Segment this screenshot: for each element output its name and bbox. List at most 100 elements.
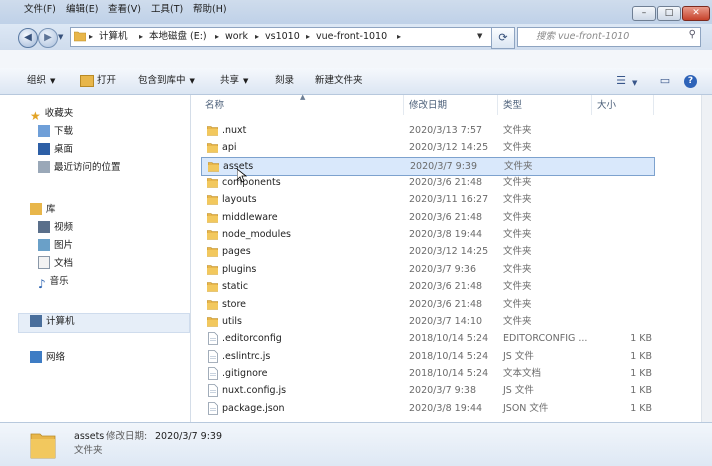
- file-row[interactable]: assets 2020/3/7 9:39 文件夹: [201, 156, 655, 176]
- details-type: 文件夹: [74, 445, 103, 456]
- nav-item-label: 图片: [54, 240, 74, 251]
- close-button[interactable]: ✕: [682, 6, 710, 21]
- column-divider[interactable]: [591, 95, 592, 115]
- file-row[interactable]: package.json 2020/3/8 19:44 JSON 文件 1 KB: [201, 400, 653, 417]
- nav-computer[interactable]: 计算机: [30, 313, 75, 331]
- nav-item-pictures[interactable]: 图片: [38, 237, 73, 255]
- nav-favorites-label: 收藏夹: [44, 108, 74, 119]
- maximize-button[interactable]: □: [657, 6, 681, 21]
- menu-file[interactable]: 文件(F): [24, 3, 56, 17]
- title-bar: [0, 0, 712, 24]
- file-type: 文件夹: [503, 194, 532, 206]
- breadcrumb-separator-icon[interactable]: ▸: [89, 30, 93, 44]
- file-name: .nuxt: [222, 125, 247, 136]
- file-modified: 2020/3/7 14:10: [409, 315, 483, 327]
- breadcrumb-computer[interactable]: 计算机: [99, 30, 128, 44]
- file-row[interactable]: store 2020/3/6 21:48 文件夹: [201, 296, 653, 313]
- menu-help[interactable]: 帮助(H): [193, 3, 227, 17]
- file-row[interactable]: node_modules 2020/3/8 19:44 文件夹: [201, 226, 653, 243]
- breadcrumb-vue-front-1010[interactable]: vue-front-1010: [316, 30, 387, 44]
- breadcrumb-separator-icon[interactable]: ▸: [397, 30, 401, 44]
- view-options-icon[interactable]: ☰: [612, 73, 630, 89]
- open-label: 打开: [97, 75, 117, 86]
- file-row[interactable]: pages 2020/3/12 14:25 文件夹: [201, 243, 653, 260]
- help-icon[interactable]: ?: [684, 75, 697, 88]
- folder-icon: [207, 299, 218, 310]
- view-dropdown-icon[interactable]: ▼: [632, 79, 637, 87]
- file-modified: 2020/3/7 9:39: [410, 160, 478, 172]
- file-icon: [208, 384, 218, 398]
- column-divider[interactable]: [403, 95, 404, 115]
- forward-button[interactable]: ▶: [38, 28, 58, 48]
- file-row[interactable]: .eslintrc.js 2018/10/14 5:24 JS 文件 1 KB: [201, 348, 653, 365]
- file-row[interactable]: middleware 2020/3/6 21:48 文件夹: [201, 209, 653, 226]
- file-row[interactable]: .gitignore 2018/10/14 5:24 文本文档 1 KB: [201, 365, 653, 382]
- burn-button[interactable]: 刻录: [275, 73, 294, 89]
- column-header-modified[interactable]: 修改日期: [409, 98, 447, 114]
- preview-pane-icon[interactable]: ▭: [656, 73, 674, 89]
- breadcrumb-separator-icon[interactable]: ▸: [139, 30, 143, 44]
- file-row[interactable]: .nuxt 2020/3/13 7:57 文件夹: [201, 122, 653, 139]
- file-row[interactable]: plugins 2020/3/7 9:36 文件夹: [201, 261, 653, 278]
- address-dropdown-icon[interactable]: ▼: [477, 32, 482, 40]
- file-row[interactable]: api 2020/3/12 14:25 文件夹: [201, 139, 653, 156]
- nav-item-music[interactable]: ♪ 音乐: [38, 273, 69, 291]
- nav-favorites[interactable]: ★ 收藏夹: [30, 105, 73, 123]
- share-button[interactable]: 共享 ▼: [220, 73, 248, 89]
- file-name: .editorconfig: [222, 333, 282, 345]
- nav-item-documents[interactable]: 文档: [38, 255, 73, 273]
- breadcrumb-drive-e[interactable]: 本地磁盘 (E:): [149, 30, 207, 44]
- menu-tools[interactable]: 工具(T): [151, 3, 183, 17]
- file-row[interactable]: utils 2020/3/7 14:10 文件夹: [201, 313, 653, 330]
- file-size: 1 KB: [630, 402, 652, 414]
- back-button[interactable]: ◀: [18, 28, 38, 48]
- column-divider[interactable]: [653, 95, 654, 115]
- column-header-type[interactable]: 类型: [503, 98, 522, 114]
- column-header-name[interactable]: 名称: [205, 98, 224, 114]
- file-size: [592, 261, 652, 278]
- share-label: 共享: [220, 75, 240, 86]
- nav-item-videos[interactable]: 视频: [38, 219, 73, 237]
- minimize-button[interactable]: –: [632, 6, 656, 21]
- file-row[interactable]: components 2020/3/6 21:48 文件夹: [201, 174, 653, 191]
- folder-icon: [207, 125, 218, 136]
- file-row[interactable]: static 2020/3/6 21:48 文件夹: [201, 278, 653, 295]
- search-input[interactable]: 搜索 vue-front-1010 ⚲: [517, 27, 701, 47]
- open-button[interactable]: 打开: [80, 73, 116, 89]
- breadcrumb-separator-icon[interactable]: ▸: [215, 30, 219, 44]
- nav-item-desktop[interactable]: 桌面: [38, 141, 73, 159]
- menu-view[interactable]: 查看(V): [108, 3, 141, 17]
- file-row[interactable]: .editorconfig 2018/10/14 5:24 EDITORCONFIG…: [201, 330, 653, 347]
- refresh-button[interactable]: ⟳: [491, 27, 515, 49]
- file-type: 文本文档: [503, 367, 542, 379]
- nav-libraries[interactable]: 库: [30, 201, 56, 219]
- nav-item-recent-places[interactable]: 最近访问的位置: [38, 159, 121, 177]
- nav-network[interactable]: 网络: [30, 349, 65, 367]
- menu-edit[interactable]: 编辑(E): [66, 3, 98, 17]
- file-type: 文件夹: [504, 160, 533, 172]
- file-type: 文件夹: [503, 125, 532, 136]
- column-divider[interactable]: [497, 95, 498, 115]
- nav-item-downloads[interactable]: 下载: [38, 123, 73, 141]
- breadcrumb-vs1010[interactable]: vs1010: [265, 30, 300, 44]
- file-row[interactable]: layouts 2020/3/11 16:27 文件夹: [201, 191, 653, 208]
- column-header-size[interactable]: 大小: [597, 98, 616, 114]
- breadcrumb-work[interactable]: work: [225, 30, 248, 44]
- recent-pages-dropdown-icon[interactable]: ▼: [58, 33, 63, 41]
- file-size: [592, 278, 652, 295]
- new-folder-button[interactable]: 新建文件夹: [315, 73, 363, 89]
- breadcrumb-separator-icon[interactable]: ▸: [255, 30, 259, 44]
- vertical-scrollbar[interactable]: [701, 95, 712, 422]
- file-list: 名称 ▲ 修改日期 类型 大小 .nuxt 2020/3/13 7:57 文件夹 ap…: [191, 93, 712, 422]
- address-bar[interactable]: ▸ 计算机 ▸ 本地磁盘 (E:) ▸ work ▸ vs1010 ▸ vue-…: [70, 27, 492, 47]
- file-row[interactable]: nuxt.config.js 2020/3/7 9:38 JS 文件 1 KB: [201, 382, 653, 399]
- organize-button[interactable]: 组织 ▼: [27, 73, 55, 89]
- details-name: assets: [74, 431, 105, 442]
- file-modified: 2020/3/6 21:48: [409, 281, 483, 293]
- file-name: api: [222, 142, 237, 154]
- file-size: [592, 191, 652, 208]
- include-in-library-button[interactable]: 包含到库中 ▼: [138, 73, 195, 89]
- network-icon: [30, 350, 42, 363]
- breadcrumb-separator-icon[interactable]: ▸: [306, 30, 310, 44]
- file-type: JS 文件: [503, 385, 534, 397]
